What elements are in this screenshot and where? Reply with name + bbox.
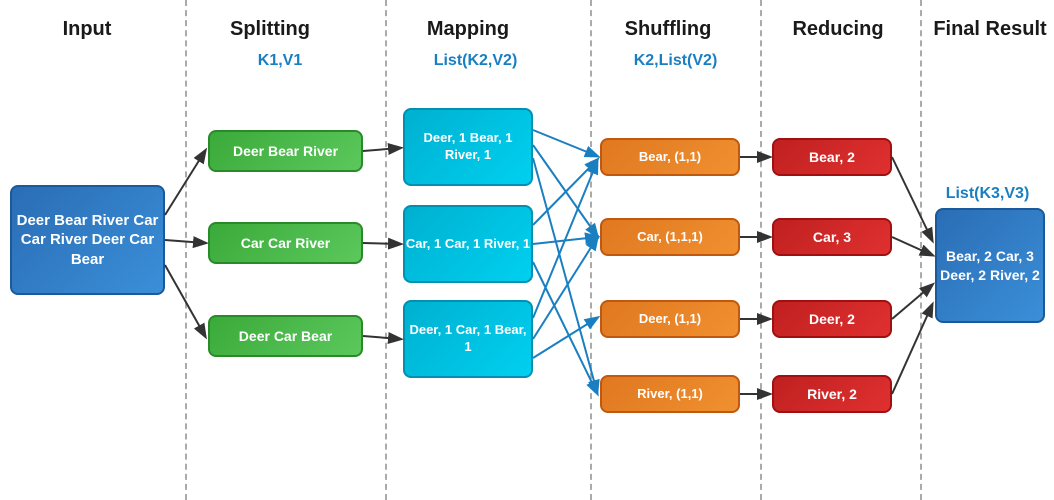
shuffle-node-2: Car, (1,1,1) bbox=[600, 218, 740, 256]
split-node-3: Deer Car Bear bbox=[208, 315, 363, 357]
map-node-2: Car, 1 Car, 1 River, 1 bbox=[403, 205, 533, 283]
shuffle-node-4: River, (1,1) bbox=[600, 375, 740, 413]
subheader-shuffling: K2,List(V2) bbox=[598, 52, 753, 70]
subheader-final: List(K3,V3) bbox=[930, 185, 1045, 203]
map-node-3: Deer, 1 Car, 1 Bear, 1 bbox=[403, 300, 533, 378]
separator-1 bbox=[185, 0, 187, 500]
subheader-mapping: List(K2,V2) bbox=[398, 52, 553, 70]
final-node: Bear, 2 Car, 3 Deer, 2 River, 2 bbox=[935, 208, 1045, 323]
header-final: Final Result bbox=[930, 18, 1050, 41]
header-reducing: Reducing bbox=[768, 18, 908, 41]
subheader-splitting: K1,V1 bbox=[210, 52, 350, 70]
separator-5 bbox=[920, 0, 922, 500]
shuffle-node-1: Bear, (1,1) bbox=[600, 138, 740, 176]
split-node-2: Car Car River bbox=[208, 222, 363, 264]
split-node-1: Deer Bear River bbox=[208, 130, 363, 172]
reduce-node-1: Bear, 2 bbox=[772, 138, 892, 176]
header-splitting: Splitting bbox=[200, 18, 340, 41]
map-node-1: Deer, 1 Bear, 1 River, 1 bbox=[403, 108, 533, 186]
header-input: Input bbox=[22, 18, 152, 41]
reduce-node-3: Deer, 2 bbox=[772, 300, 892, 338]
reduce-node-4: River, 2 bbox=[772, 375, 892, 413]
shuffle-node-3: Deer, (1,1) bbox=[600, 300, 740, 338]
separator-4 bbox=[760, 0, 762, 500]
input-node: Deer Bear River Car Car River Deer Car B… bbox=[10, 185, 165, 295]
header-mapping: Mapping bbox=[398, 18, 538, 41]
header-shuffling: Shuffling bbox=[598, 18, 738, 41]
separator-2 bbox=[385, 0, 387, 500]
reduce-node-2: Car, 3 bbox=[772, 218, 892, 256]
separator-3 bbox=[590, 0, 592, 500]
